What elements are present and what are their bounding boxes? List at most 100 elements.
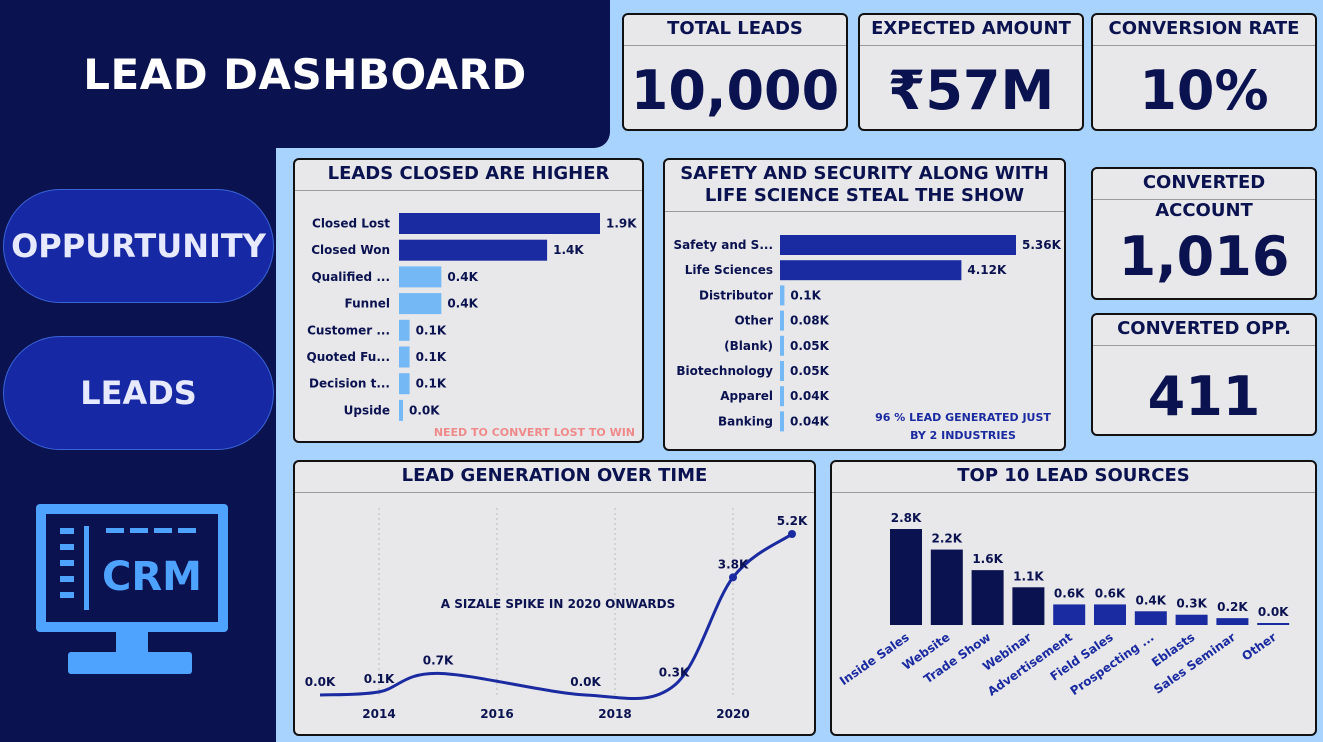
chart-card-time: LEAD GENERATION OVER TIME 2014 2016 2018 20… [293, 460, 816, 736]
kpi-total-leads-value: 10,000 [630, 59, 840, 122]
category-label: Customer ... [307, 323, 390, 337]
bar [971, 570, 1004, 625]
category-label: Safety and S... [673, 238, 773, 252]
bar [780, 235, 1016, 255]
data-label: 0.1K [416, 350, 447, 364]
data-label: 0.1K [790, 288, 821, 302]
bar [399, 373, 410, 395]
kpi-expected-amount-label: EXPECTED AMOUNT [860, 15, 1082, 46]
bar [399, 319, 410, 341]
category-label: Funnel [345, 297, 390, 311]
chart-sources: 2.8KInside Sales2.2KWebsite1.6KTrade Sho… [837, 511, 1290, 699]
x-tick-label: 2016 [480, 707, 513, 721]
category-label: Distributor [699, 288, 773, 302]
kpi-total-leads: TOTAL LEADS 10,000 [622, 13, 848, 131]
chart-card-stage: LEADS CLOSED ARE HIGHER Closed Lost 1.9K C… [293, 158, 644, 443]
bar [399, 239, 548, 261]
category-label: Closed Won [311, 243, 390, 257]
kpi-converted-account-value: 1,016 [1118, 225, 1290, 288]
data-label: 4.12K [967, 263, 1007, 277]
data-label: 0.05K [790, 339, 830, 353]
bar [1216, 618, 1249, 625]
bar [1053, 604, 1086, 625]
category-label: (Blank) [724, 339, 773, 353]
data-label: 0.4K [1136, 593, 1167, 607]
chart-title-time: LEAD GENERATION OVER TIME [295, 462, 814, 493]
bar [780, 335, 784, 356]
bar [780, 260, 962, 281]
kpi-expected-amount: EXPECTED AMOUNT ₹57M [858, 13, 1084, 131]
data-label: 5.2K [777, 514, 808, 528]
chart-title-stage: LEADS CLOSED ARE HIGHER [295, 160, 642, 191]
annotation: A SIZALE SPIKE IN 2020 ONWARDS [441, 597, 676, 611]
data-label: 0.1K [416, 323, 447, 337]
bar [399, 213, 600, 234]
bar [399, 293, 442, 315]
bar [399, 346, 410, 368]
data-point [729, 573, 737, 582]
data-label: 0.0K [305, 675, 336, 689]
kpi-converted-opp: CONVERTED OPP. 411 [1091, 313, 1317, 436]
data-label: 0.08K [790, 314, 830, 328]
data-label: 0.04K [790, 389, 830, 403]
category-label: Other [1239, 630, 1279, 664]
data-label: 1.1K [1013, 569, 1044, 583]
annotation: NEED TO CONVERT LOST TO WIN [434, 426, 635, 439]
bar [399, 266, 442, 288]
category-label: Qualified ... [311, 270, 390, 284]
data-label: 1.6K [972, 552, 1003, 566]
leads-button[interactable]: LEADS [3, 336, 274, 450]
category-label: Quoted Fu... [307, 350, 390, 364]
kpi-conversion-rate-value: 10% [1139, 59, 1269, 122]
data-label: 0.4K [447, 297, 478, 311]
category-label: Banking [718, 414, 773, 428]
bar [780, 386, 784, 407]
bar [1094, 604, 1126, 625]
category-label: Life Sciences [685, 263, 773, 277]
kpi-conversion-rate: CONVERSION RATE 10% [1091, 13, 1317, 131]
bar [1134, 611, 1167, 625]
data-label: 0.0K [1258, 605, 1289, 619]
data-label: 0.2K [1217, 600, 1248, 614]
category-label: Decision t... [309, 377, 390, 391]
category-label: Upside [344, 403, 390, 417]
kpi-converted-opp-value: 411 [1147, 365, 1261, 428]
chart-industry: Safety and S... 5.36K Life Sciences 4.12K Di… [673, 235, 1062, 442]
data-label: 0.1K [416, 377, 447, 391]
category-label: Biotechnology [676, 364, 773, 378]
kpi-converted-account-label: CONVERTED ACCOUNT [1093, 169, 1315, 221]
opportunity-button[interactable]: OPPURTUNITY [3, 189, 274, 303]
data-point [788, 530, 796, 538]
data-label: 3.8K [718, 557, 749, 571]
data-label: 0.4K [447, 270, 478, 284]
data-label: 0.6K [1095, 586, 1126, 600]
bar [1257, 623, 1290, 625]
crm-label: CRM [102, 554, 202, 600]
category-label: Inside Sales [837, 630, 912, 688]
data-label: 0.05K [790, 364, 830, 378]
x-tick-label: 2014 [362, 707, 395, 721]
data-label: 0.04K [790, 414, 830, 428]
x-tick-label: 2020 [716, 707, 749, 721]
kpi-conversion-rate-label: CONVERSION RATE [1093, 15, 1315, 46]
bar [930, 549, 963, 625]
category-label: Apparel [720, 389, 773, 403]
data-label: 0.3K [659, 666, 690, 680]
bar [780, 361, 784, 381]
data-label: 2.2K [932, 532, 963, 546]
chart-stage: Closed Lost 1.9K Closed Won 1.4K Qualified .… [307, 213, 637, 439]
chart-card-sources: TOP 10 LEAD SOURCES 2.8K Inside Sales 2.2K… [830, 460, 1317, 736]
data-label: 0.1K [364, 672, 395, 686]
title-block: LEAD DASHBOARD [0, 0, 610, 148]
bar [890, 529, 922, 625]
bar [399, 399, 403, 421]
data-label: 0.0K [409, 403, 440, 417]
chart-title-industry: SAFETY AND SECURITY ALONG WITH LIFE SCIE… [665, 160, 1064, 212]
page-title: LEAD DASHBOARD [83, 49, 527, 99]
bar [780, 310, 784, 331]
kpi-converted-account: CONVERTED ACCOUNT 1,016 [1091, 167, 1317, 300]
data-label: 1.9K [606, 217, 637, 231]
crm-monitor-icon: CRM [36, 504, 228, 674]
kpi-converted-opp-label: CONVERTED OPP. [1093, 315, 1315, 346]
chart-title-sources: TOP 10 LEAD SOURCES [832, 462, 1315, 493]
